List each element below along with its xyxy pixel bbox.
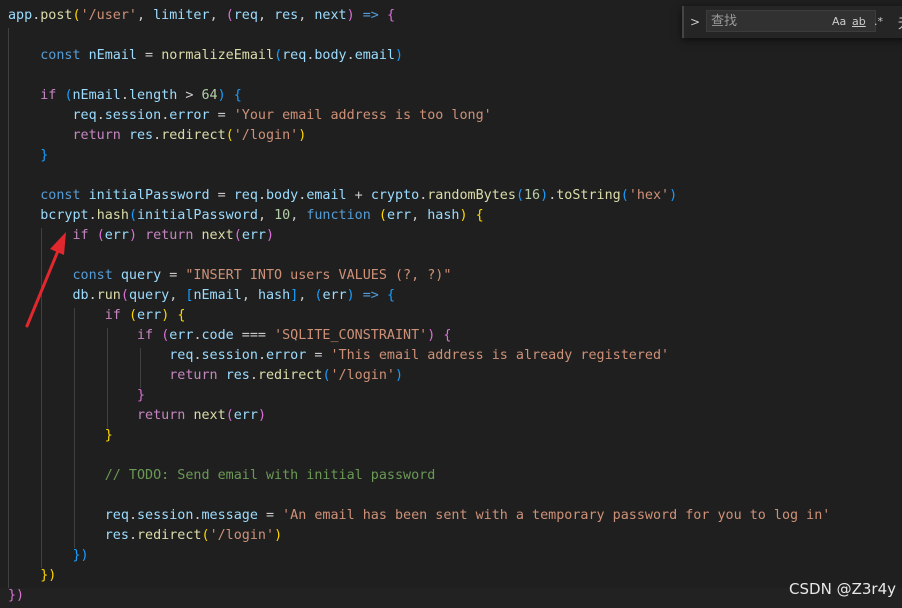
regex-toggle[interactable]: .* xyxy=(874,14,883,30)
watermark: CSDN @Z3r4y xyxy=(789,580,896,598)
chevron-right-icon[interactable]: > xyxy=(688,14,702,30)
find-widget: > Aa ab .* 无 xyxy=(682,6,902,38)
no-results-label: 无 xyxy=(898,13,902,32)
annotation-arrow xyxy=(25,232,66,328)
whole-word-toggle[interactable]: ab xyxy=(852,14,866,30)
find-input[interactable] xyxy=(706,10,876,32)
match-case-toggle[interactable]: Aa xyxy=(832,14,846,30)
